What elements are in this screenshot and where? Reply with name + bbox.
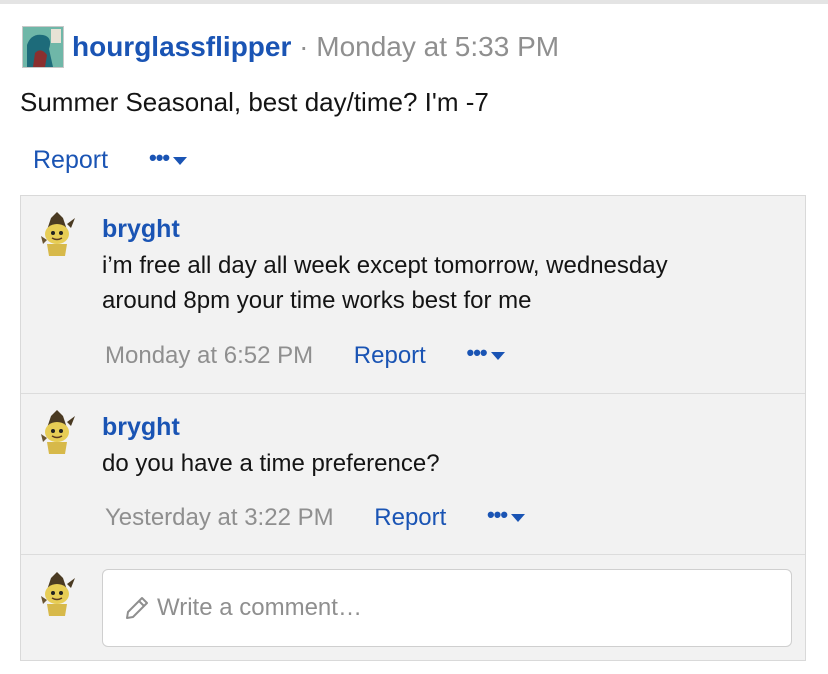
post-actions: Report ••• — [33, 145, 188, 176]
chevron-down-icon — [511, 514, 526, 522]
header-separator: · — [299, 31, 309, 62]
top-divider — [0, 0, 828, 4]
comment-divider — [21, 393, 805, 394]
compose-placeholder: Write a comment… — [157, 594, 362, 621]
comment-author-avatar[interactable] — [37, 410, 77, 454]
comment-meta: Monday at 6:52 PM Report ••• — [105, 340, 505, 371]
comment-more-menu[interactable]: ••• — [486, 502, 526, 533]
more-dots-icon: ••• — [486, 502, 508, 527]
comment-timestamp[interactable]: Monday at 6:52 PM — [105, 342, 313, 369]
comment-more-menu[interactable]: ••• — [466, 340, 505, 371]
comment-meta: Yesterday at 3:22 PM Report ••• — [105, 502, 526, 533]
comment-author-link[interactable]: bryght — [102, 214, 180, 244]
comment-timestamp[interactable]: Yesterday at 3:22 PM — [105, 504, 334, 531]
comment-report-link[interactable]: Report — [374, 504, 446, 531]
comment-report-link[interactable]: Report — [354, 342, 426, 369]
post-header: hourglassflipper · Monday at 5:33 PM — [72, 30, 559, 64]
current-user-avatar — [41, 572, 75, 616]
comment-text-line: around 8pm your time works best for me — [102, 287, 532, 314]
comments-panel: bryght i’m free all day all week except … — [20, 195, 806, 661]
comment-text-line: i’m free all day all week except tomorro… — [102, 252, 668, 279]
post-author-link[interactable]: hourglassflipper — [72, 31, 291, 62]
chevron-down-icon — [173, 157, 188, 165]
post-report-link[interactable]: Report — [33, 146, 108, 174]
comment-divider — [21, 554, 805, 555]
post-timestamp[interactable]: Monday at 5:33 PM — [316, 31, 559, 62]
write-comment-input[interactable]: Write a comment… — [102, 569, 792, 647]
post-author-avatar[interactable] — [22, 26, 64, 68]
pencil-icon — [126, 597, 148, 619]
more-dots-icon: ••• — [149, 145, 170, 170]
post-body-text: Summer Seasonal, best day/time? I'm -7 — [20, 87, 489, 117]
comment-text-line: do you have a time preference? — [102, 450, 440, 477]
post-more-menu[interactable]: ••• — [149, 145, 188, 176]
comment-author-avatar[interactable] — [37, 212, 77, 256]
chevron-down-icon — [490, 352, 505, 360]
comment-author-link[interactable]: bryght — [102, 412, 180, 442]
more-dots-icon: ••• — [466, 340, 488, 365]
